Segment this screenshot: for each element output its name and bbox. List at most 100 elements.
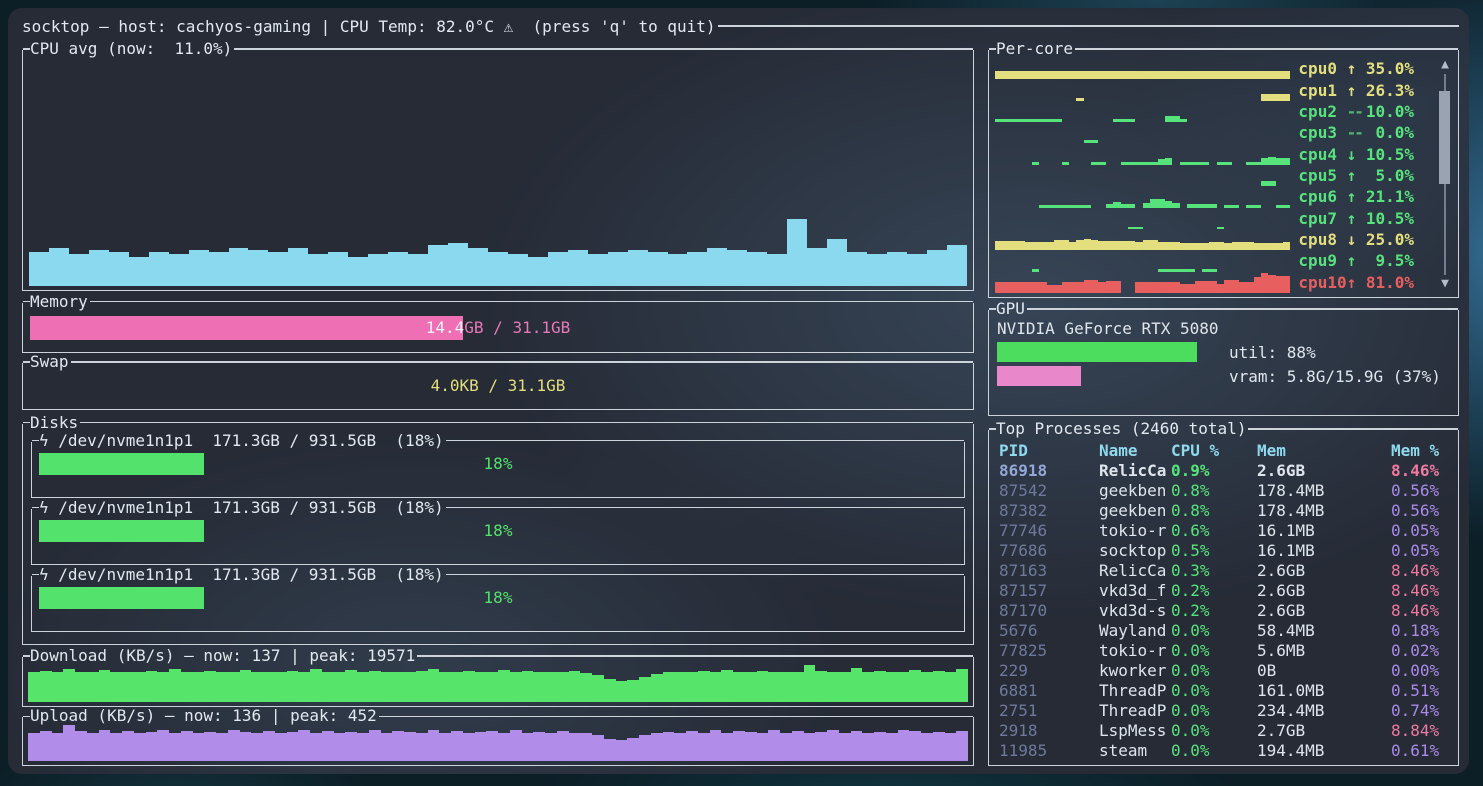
swap-gauge-label: 4.0KB / 31.1GB — [30, 374, 966, 398]
gpu-name: NVIDIA GeForce RTX 5080 — [997, 318, 1450, 340]
core-label: cpu2 -- 10.0% — [1298, 101, 1414, 122]
core-percent: 0.0% — [1356, 123, 1414, 142]
disk-usage-percent: 18% — [39, 520, 957, 542]
process-name: LspMess — [1099, 721, 1171, 740]
process-row[interactable]: 11985 steam 0.0% 194.4MB 0.61% — [999, 741, 1450, 761]
memory-title: Memory — [30, 292, 90, 312]
core-label: cpu1 ↑ 26.3% — [1298, 79, 1414, 100]
core-percent: 5.0% — [1356, 166, 1414, 185]
upload-title: Upload (KB/s) — now: 136 | peak: 452 — [30, 706, 379, 726]
disk-gauge: 18% — [39, 587, 957, 609]
core-label: cpu8 ↓ 25.0% — [1298, 229, 1414, 250]
process-cpu-percent: 0.0% — [1171, 721, 1257, 740]
process-row[interactable]: 87163 RelicCa 0.3% 2.6GB 8.46% — [999, 560, 1450, 580]
core-percent: 10.0% — [1356, 102, 1414, 121]
disk-item-label: /dev/nvme1n1p1 171.3GB / 931.5GB (18%) — [49, 431, 444, 450]
core-trend-icon: ↑ — [1347, 166, 1357, 185]
core-row: cpu7 ↑ 10.5% — [995, 208, 1414, 229]
process-mem: 2.7GB — [1257, 721, 1391, 740]
process-name: RelicCa — [1099, 561, 1171, 580]
disk-item-title: ϟ /dev/nvme1n1p1 171.3GB / 931.5GB (18%) — [39, 498, 446, 518]
core-sparkline — [995, 58, 1290, 79]
process-cpu-percent: 0.2% — [1171, 581, 1257, 600]
core-row: cpu3 -- 0.0% — [995, 122, 1414, 143]
process-row[interactable]: 2751 ThreadP 0.0% 234.4MB 0.74% — [999, 701, 1450, 721]
left-column: CPU avg (now: 11.0%) Memory 14.4GB / 31.… — [22, 38, 974, 766]
process-mem: 5.6MB — [1257, 641, 1391, 660]
swap-gauge: 4.0KB / 31.1GB — [30, 374, 966, 398]
core-percent: 10.5% — [1356, 209, 1414, 228]
process-cpu-percent: 0.8% — [1171, 481, 1257, 500]
process-cpu-percent: 0.0% — [1171, 621, 1257, 640]
core-sparkline — [995, 186, 1290, 207]
process-cpu-percent: 0.9% — [1171, 461, 1257, 480]
core-name: cpu2 — [1298, 102, 1346, 121]
scrollbar-thumb[interactable] — [1439, 91, 1450, 184]
process-row[interactable]: 87542 geekben 0.8% 178.4MB 0.56% — [999, 480, 1450, 500]
process-row[interactable]: 2918 LspMess 0.0% 2.7GB 8.84% — [999, 721, 1450, 741]
process-cpu-percent: 0.0% — [1171, 741, 1257, 760]
core-sparkline — [995, 272, 1290, 293]
flash-disk-icon: ϟ — [39, 431, 49, 450]
app-title-bar: socktop — host: cachyos-gaming | CPU Tem… — [22, 14, 1459, 38]
process-pid: 229 — [999, 661, 1099, 680]
disk-usage-percent: 18% — [39, 587, 957, 609]
flash-disk-icon: ϟ — [39, 565, 49, 584]
core-sparkline — [995, 250, 1290, 271]
process-row[interactable]: 77686 socktop 0.5% 16.1MB 0.05% — [999, 540, 1450, 560]
process-mem-percent: 0.61% — [1391, 741, 1450, 760]
core-name: cpu4 — [1298, 145, 1346, 164]
process-row[interactable]: 77825 tokio-r 0.0% 5.6MB 0.02% — [999, 641, 1450, 661]
core-name: cpu0 — [1298, 59, 1346, 78]
gpu-vram-row: vram: 5.8G/15.9G (37%) — [997, 365, 1450, 388]
right-column: Per-core cpu0 ↑ 35.0% cpu1 ↑ 26.3% cpu2 … — [988, 38, 1459, 766]
process-row[interactable]: 87382 geekben 0.8% 178.4MB 0.56% — [999, 500, 1450, 520]
upload-panel: Upload (KB/s) — now: 136 | peak: 452 — [22, 717, 974, 766]
process-row[interactable]: 5676 Wayland 0.0% 58.4MB 0.18% — [999, 621, 1450, 641]
process-mem-percent: 8.46% — [1391, 601, 1450, 620]
process-pid: 87163 — [999, 561, 1099, 580]
process-row[interactable]: 229 kworker 0.0% 0B 0.00% — [999, 661, 1450, 681]
process-mem: 178.4MB — [1257, 481, 1391, 500]
process-name: socktop — [1099, 541, 1171, 560]
process-table-header: PID Name CPU % Mem Mem % — [999, 440, 1450, 460]
core-trend-icon: -- — [1347, 102, 1357, 121]
core-trend-icon: ↓ — [1347, 230, 1357, 249]
core-trend-icon: ↑ — [1347, 59, 1357, 78]
process-mem: 161.0MB — [1257, 681, 1391, 700]
per-core-scrollbar[interactable]: ▲ ▼ — [1437, 58, 1453, 291]
core-row: cpu1 ↑ 26.3% — [995, 79, 1414, 100]
scrollbar-up-icon[interactable]: ▲ — [1437, 58, 1453, 72]
main-columns: CPU avg (now: 11.0%) Memory 14.4GB / 31.… — [22, 38, 1459, 766]
process-row[interactable]: 86918 RelicCa 0.9% 2.6GB 8.46% — [999, 460, 1450, 480]
top-processes-panel: Top Processes (2460 total) PID Name CPU … — [988, 430, 1459, 766]
gpu-util-label: util: 88% — [1229, 341, 1316, 364]
col-header-mem: Mem — [1257, 441, 1391, 460]
core-sparkline — [995, 79, 1290, 100]
process-pid: 87170 — [999, 601, 1099, 620]
col-header-name: Name — [1099, 441, 1171, 460]
core-list: cpu0 ↑ 35.0% cpu1 ↑ 26.3% cpu2 -- 10.0% … — [995, 58, 1414, 293]
memory-gauge: 14.4GB / 31.1GB 14.4GB / 31.1GB — [30, 316, 966, 340]
process-mem-percent: 8.46% — [1391, 581, 1450, 600]
process-row[interactable]: 77746 tokio-r 0.6% 16.1MB 0.05% — [999, 520, 1450, 540]
core-sparkline — [995, 122, 1290, 143]
disk-item: ϟ /dev/nvme1n1p1 171.3GB / 931.5GB (18%)… — [31, 509, 965, 565]
process-mem: 2.6GB — [1257, 581, 1391, 600]
core-percent: 35.0% — [1356, 59, 1414, 78]
disks-title: Disks — [30, 413, 80, 433]
process-row[interactable]: 87170 vkd3d-s 0.2% 2.6GB 8.46% — [999, 601, 1450, 621]
process-row[interactable]: 6881 ThreadP 0.0% 161.0MB 0.51% — [999, 681, 1450, 701]
disk-gauge: 18% — [39, 520, 957, 542]
memory-panel: Memory 14.4GB / 31.1GB 14.4GB / 31.1GB — [22, 303, 974, 353]
process-row[interactable]: 87157 vkd3d_f 0.2% 2.6GB 8.46% — [999, 580, 1450, 600]
core-percent: 10.5% — [1356, 145, 1414, 164]
process-mem: 0B — [1257, 661, 1391, 680]
core-name: cpu8 — [1298, 230, 1346, 249]
core-label: cpu7 ↑ 10.5% — [1298, 208, 1414, 229]
process-cpu-percent: 0.3% — [1171, 561, 1257, 580]
process-mem-percent: 0.51% — [1391, 681, 1450, 700]
scrollbar-down-icon[interactable]: ▼ — [1437, 277, 1453, 291]
core-sparkline — [995, 229, 1290, 250]
swap-title: Swap — [30, 352, 71, 372]
